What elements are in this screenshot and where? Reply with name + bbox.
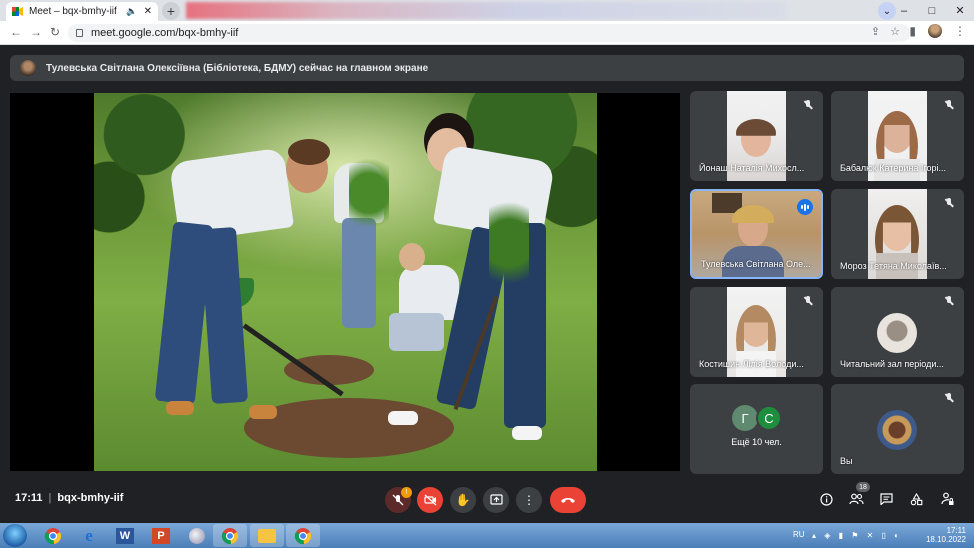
lock-person-icon — [940, 492, 953, 505]
reload-icon[interactable]: ↻ — [50, 25, 60, 39]
lock-icon — [76, 29, 83, 37]
mic-warning-badge: ! — [401, 487, 412, 498]
maximize-button[interactable]: □ — [918, 5, 946, 17]
chat-icon — [879, 493, 893, 505]
mic-off-icon — [943, 392, 955, 404]
mic-off-icon — [802, 295, 814, 307]
more-participants-tile[interactable]: Г С Ещё 10 чел. — [690, 384, 823, 474]
self-name: Вы — [840, 456, 853, 466]
hand-icon: ✋ — [455, 493, 471, 507]
presenter-avatar — [20, 60, 36, 76]
leave-call-button[interactable] — [550, 487, 586, 513]
taskbar-clock[interactable]: 17:11 18.10.2022 — [926, 526, 966, 544]
avatar-letter: С — [756, 405, 782, 431]
present-icon — [489, 494, 503, 505]
speaker-icon[interactable]: 🔈 — [126, 6, 137, 17]
self-tile[interactable]: Вы — [831, 384, 964, 474]
back-icon[interactable]: ← — [10, 25, 22, 39]
url-text: meet.google.com/bqx-bmhy-iif — [91, 27, 239, 39]
taskbar-time: 17:11 — [946, 526, 966, 535]
participant-name: Костишин Лілія Володи... — [699, 359, 804, 369]
paint-icon[interactable] — [180, 524, 214, 547]
chrome-window-icon[interactable] — [286, 524, 320, 547]
meeting-code: bqx-bmhy-iif — [57, 492, 124, 504]
present-screen-button[interactable] — [483, 487, 509, 513]
mic-off-icon — [802, 99, 814, 111]
chat-button[interactable] — [878, 491, 894, 507]
tray-icons[interactable]: ▴ ◈ ▮ ⚑ ✕ ▯ ◐ — [812, 531, 902, 540]
internet-explorer-icon[interactable]: e — [72, 524, 106, 547]
new-tab-button[interactable]: + — [162, 2, 180, 20]
meet-favicon-icon — [12, 7, 23, 16]
presenter-banner: Тулевська Світлана Олексіївна (Бібліотек… — [10, 55, 964, 81]
more-vert-icon: ⋮ — [523, 493, 535, 507]
self-avatar — [877, 410, 917, 450]
meeting-time: 17:11 — [15, 492, 43, 504]
meeting-details-button[interactable] — [818, 491, 834, 507]
participant-name: Читальний зал періоди... — [840, 359, 944, 369]
windows-taskbar: e W P RU ▴ ◈ ▮ ⚑ ✕ ▯ ◐ 17:11 18.10.2022 — [0, 523, 974, 548]
window-controls: – □ ✕ — [890, 0, 974, 21]
browser-toolbar: ← → ↻ meet.google.com/bqx-bmhy-iif ⇪ ☆ ▮… — [0, 21, 974, 45]
host-controls-button[interactable] — [939, 491, 955, 507]
participant-name: Йонаш Наталія Михосл... — [699, 163, 805, 173]
menu-kebab-icon[interactable]: ⋮ — [954, 24, 966, 38]
more-participants-label: Ещё 10 чел. — [731, 437, 782, 447]
address-bar[interactable]: meet.google.com/bqx-bmhy-iif ⇪ ☆ — [68, 24, 910, 42]
minimize-button[interactable]: – — [890, 5, 918, 17]
forward-icon[interactable]: → — [30, 25, 42, 39]
people-icon — [848, 493, 864, 505]
main-stage[interactable] — [10, 93, 680, 471]
start-button[interactable] — [3, 524, 27, 547]
close-window-button[interactable]: ✕ — [946, 4, 974, 17]
chrome-taskbar-active-icon[interactable] — [213, 524, 247, 547]
raise-hand-button[interactable]: ✋ — [450, 487, 476, 513]
volunteers-planting-image — [94, 93, 597, 471]
language-indicator[interactable]: RU — [793, 530, 805, 539]
shapes-icon — [910, 492, 922, 505]
presenter-banner-text: Тулевська Світлана Олексіївна (Бібліотек… — [46, 62, 429, 74]
browser-tabstrip: Meet – bqx-bmhy-iif 🔈 ✕ + ⌄ – □ ✕ — [0, 0, 974, 21]
bookmark-star-icon[interactable]: ☆ — [890, 25, 900, 38]
explorer-folder-icon[interactable] — [250, 524, 284, 547]
tab-meet[interactable]: Meet – bqx-bmhy-iif 🔈 ✕ — [6, 2, 158, 21]
mic-off-icon — [943, 99, 955, 111]
mic-off-icon — [943, 295, 955, 307]
word-icon[interactable]: W — [108, 524, 142, 547]
mic-off-icon — [943, 197, 955, 209]
participant-tile[interactable]: Читальний зал періоди... — [831, 287, 964, 377]
participant-name: Тулевська Світлана Оле... — [701, 259, 811, 269]
hangup-icon — [561, 498, 575, 503]
participant-tile[interactable]: Бабалюк Катерина Ігорі... — [831, 91, 964, 181]
people-button[interactable] — [848, 491, 864, 507]
participant-name: Мороз Тетяна Миколаїв... — [840, 261, 947, 271]
camera-toggle-button[interactable] — [417, 487, 443, 513]
avatar-letter: Г — [732, 405, 758, 431]
taskbar-date: 18.10.2022 — [925, 535, 966, 544]
camera-off-icon — [423, 494, 436, 506]
participant-name: Бабалюк Катерина Ігорі... — [840, 163, 946, 173]
info-icon — [819, 492, 833, 506]
meeting-controls-bar: 17:11 | bqx-bmhy-iif ! ✋ ⋮ 18 — [0, 480, 974, 520]
activities-button[interactable] — [908, 491, 924, 507]
powerpoint-icon[interactable]: P — [144, 524, 178, 547]
participant-tile[interactable]: Йонаш Наталія Михосл... — [690, 91, 823, 181]
meeting-info: 17:11 | bqx-bmhy-iif — [15, 492, 124, 504]
participant-avatar — [877, 313, 917, 353]
people-count-badge: 18 — [856, 482, 870, 492]
tab-title: Meet – bqx-bmhy-iif — [29, 6, 117, 17]
more-options-button[interactable]: ⋮ — [516, 487, 542, 513]
speaking-indicator-icon — [797, 199, 813, 215]
close-tab-icon[interactable]: ✕ — [144, 6, 152, 17]
participant-tile[interactable]: Костишин Лілія Володи... — [690, 287, 823, 377]
other-tabs[interactable] — [186, 2, 786, 19]
share-icon[interactable]: ⇪ — [871, 25, 880, 38]
chrome-taskbar-icon[interactable] — [36, 524, 70, 547]
sidepanel-icon[interactable]: ▮ — [909, 24, 916, 38]
participant-tile[interactable]: Мороз Тетяна Миколаїв... — [831, 189, 964, 279]
profile-avatar[interactable] — [928, 24, 942, 38]
participant-tile-active-speaker[interactable]: Тулевська Світлана Оле... — [690, 189, 823, 279]
